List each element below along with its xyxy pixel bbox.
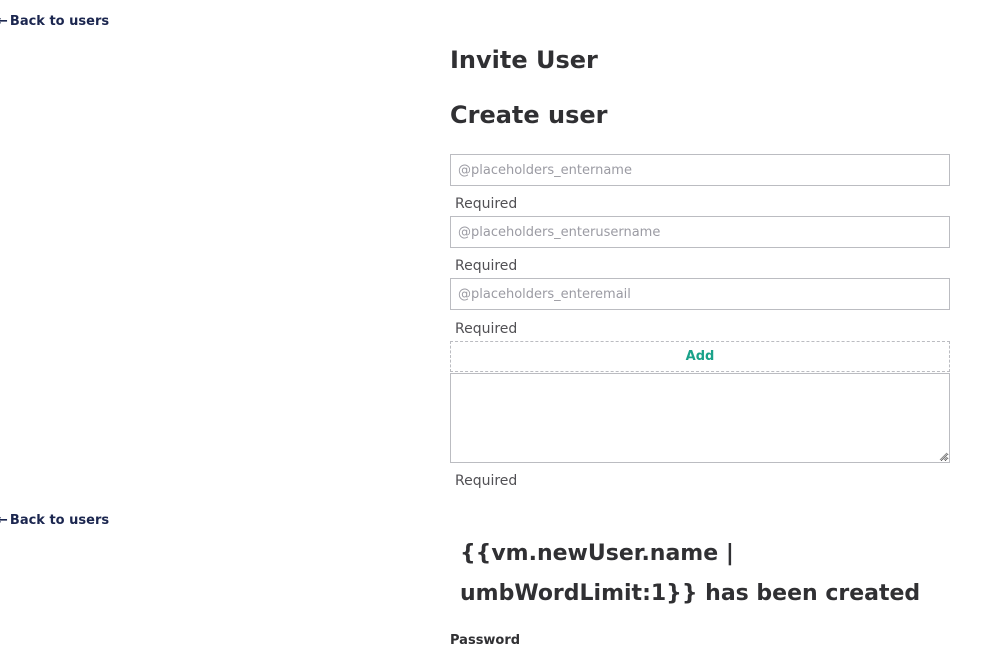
back-to-users-label: Back to users [9, 513, 110, 528]
email-required-label: Required [455, 321, 518, 337]
groups-required-label: Required [455, 473, 518, 489]
username-input[interactable] [450, 216, 950, 248]
create-user-heading: Create user [450, 101, 608, 129]
back-to-users-link[interactable]: ← Back to users [0, 513, 109, 528]
arrow-left-icon: ← [0, 513, 8, 528]
message-textarea[interactable] [450, 373, 950, 463]
name-input[interactable] [450, 154, 950, 186]
user-created-message: {{vm.newUser.name | umbWordLimit:1}} has… [460, 541, 921, 606]
invite-user-heading: Invite User [450, 46, 598, 74]
resize-grip-icon[interactable] [939, 452, 948, 461]
arrow-left-icon: ← [0, 14, 8, 29]
username-required-label: Required [455, 258, 518, 274]
add-button[interactable]: Add [450, 341, 950, 372]
password-label: Password [450, 633, 521, 648]
email-input[interactable] [450, 278, 950, 310]
back-to-users-label: Back to users [9, 14, 110, 29]
back-to-users-link[interactable]: ← Back to users [0, 14, 109, 29]
name-required-label: Required [455, 196, 518, 212]
